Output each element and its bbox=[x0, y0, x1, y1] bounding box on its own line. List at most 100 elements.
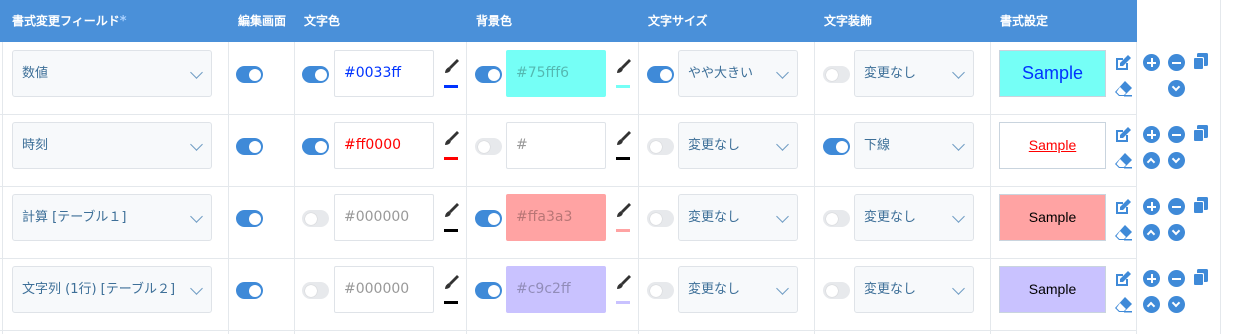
chevron-down-circle-icon[interactable] bbox=[1168, 296, 1185, 313]
bg-color-input[interactable]: # bbox=[506, 122, 606, 169]
field-select[interactable]: 時刻 bbox=[12, 122, 212, 169]
bg-color-toggle[interactable] bbox=[475, 282, 502, 299]
font-size-toggle[interactable] bbox=[647, 282, 674, 299]
font-size-toggle[interactable] bbox=[647, 66, 674, 83]
chevron-up-mark bbox=[1146, 157, 1156, 166]
text-color-toggle[interactable] bbox=[302, 210, 329, 227]
font-size-select[interactable]: やや大きい bbox=[678, 50, 798, 97]
field-select[interactable]: 文字列 (1行) [テーブル２] bbox=[12, 266, 212, 313]
edit-icon[interactable] bbox=[1114, 270, 1131, 287]
paintbrush-glyph bbox=[445, 203, 459, 217]
decoration-toggle[interactable] bbox=[823, 138, 850, 155]
decoration-toggle[interactable] bbox=[823, 210, 850, 227]
chevron-down-icon bbox=[776, 66, 789, 79]
chevron-down-icon bbox=[776, 138, 789, 151]
minus-circle-icon[interactable] bbox=[1168, 54, 1185, 71]
chevron-down-icon bbox=[952, 66, 965, 79]
field-select-value: 数値 bbox=[22, 66, 49, 81]
chevron-down-icon bbox=[190, 210, 203, 223]
decoration-toggle[interactable] bbox=[823, 66, 850, 83]
plus-circle-icon[interactable] bbox=[1143, 126, 1160, 143]
chevron-down-circle-icon[interactable] bbox=[1168, 80, 1185, 97]
field-select[interactable]: 計算 [テーブル１] bbox=[12, 194, 212, 241]
edit-icon[interactable] bbox=[1114, 198, 1131, 215]
copy-icon[interactable] bbox=[1192, 268, 1209, 286]
bg-color-toggle[interactable] bbox=[475, 210, 502, 227]
field-select[interactable]: 数値 bbox=[12, 50, 212, 97]
bg-color-input[interactable]: #75fff6 bbox=[506, 50, 606, 97]
font-size-select[interactable]: 変更なし bbox=[678, 122, 798, 169]
paintbrush-icon[interactable] bbox=[614, 58, 632, 88]
paintbrush-icon[interactable] bbox=[614, 274, 632, 304]
eraser-icon[interactable] bbox=[1114, 296, 1132, 313]
text-color-input[interactable]: #0033ff bbox=[334, 50, 434, 97]
text-color-input[interactable]: #ff0000 bbox=[334, 122, 434, 169]
decoration-select[interactable]: 下線 bbox=[854, 122, 974, 169]
decoration-select[interactable]: 変更なし bbox=[854, 266, 974, 313]
sample-text: Sample bbox=[1028, 209, 1077, 225]
format-sample: Sample bbox=[999, 266, 1106, 313]
format-sample: Sample bbox=[999, 50, 1106, 97]
font-size-value: 変更なし bbox=[688, 210, 741, 225]
copy-icon[interactable] bbox=[1192, 124, 1209, 142]
edit-screen-toggle[interactable] bbox=[236, 282, 263, 299]
font-size-value: 変更なし bbox=[688, 282, 741, 297]
bg-color-value: #ffa3a3 bbox=[516, 209, 573, 225]
paintbrush-icon[interactable] bbox=[442, 274, 460, 304]
text-color-toggle[interactable] bbox=[302, 282, 329, 299]
font-size-select[interactable]: 変更なし bbox=[678, 194, 798, 241]
plus-circle-icon[interactable] bbox=[1143, 270, 1160, 287]
eraser-icon[interactable] bbox=[1114, 80, 1132, 97]
minus-circle-icon[interactable] bbox=[1168, 126, 1185, 143]
text-color-toggle[interactable] bbox=[302, 66, 329, 83]
edit-icon[interactable] bbox=[1114, 54, 1131, 71]
edit-icon[interactable] bbox=[1114, 126, 1131, 143]
toggle-knob bbox=[825, 212, 838, 225]
font-size-toggle[interactable] bbox=[647, 210, 674, 227]
text-color-input[interactable]: #000000 bbox=[334, 194, 434, 241]
chevron-down-circle-icon[interactable] bbox=[1168, 224, 1185, 241]
chevron-up-circle-icon[interactable] bbox=[1143, 296, 1160, 313]
edit-screen-toggle[interactable] bbox=[236, 66, 263, 83]
eraser-icon[interactable] bbox=[1114, 152, 1132, 169]
plus-circle-icon[interactable] bbox=[1143, 198, 1160, 215]
text-color-input[interactable]: #000000 bbox=[334, 266, 434, 313]
text-color-toggle[interactable] bbox=[302, 138, 329, 155]
toggle-knob bbox=[487, 212, 500, 225]
sample-text: Sample bbox=[1028, 137, 1077, 153]
paintbrush-glyph bbox=[445, 131, 459, 145]
bg-color-input[interactable]: #ffa3a3 bbox=[506, 194, 606, 241]
toggle-knob bbox=[649, 212, 662, 225]
bg-color-input[interactable]: #c9c2ff bbox=[506, 266, 606, 313]
decoration-select[interactable]: 変更なし bbox=[854, 194, 974, 241]
grid-line bbox=[1220, 0, 1221, 334]
minus-circle-icon[interactable] bbox=[1168, 198, 1185, 215]
paintbrush-icon[interactable] bbox=[614, 202, 632, 232]
chevron-down-icon bbox=[190, 138, 203, 151]
chevron-up-circle-icon[interactable] bbox=[1143, 224, 1160, 241]
copy-glyph bbox=[1193, 197, 1208, 214]
plus-circle-icon[interactable] bbox=[1143, 54, 1160, 71]
paintbrush-icon[interactable] bbox=[442, 58, 460, 88]
paintbrush-icon[interactable] bbox=[442, 202, 460, 232]
eraser-icon[interactable] bbox=[1114, 224, 1132, 241]
minus-circle-icon[interactable] bbox=[1168, 270, 1185, 287]
decoration-value: 変更なし bbox=[864, 66, 917, 81]
toggle-knob bbox=[835, 140, 848, 153]
copy-icon[interactable] bbox=[1192, 196, 1209, 214]
decoration-toggle[interactable] bbox=[823, 282, 850, 299]
table-header: 書式変更フィールド* 編集画面 文字色 背景色 文字サイズ 文字装飾 書式設定 bbox=[0, 0, 1137, 42]
eraser-glyph bbox=[1115, 225, 1132, 241]
chevron-down-circle-icon[interactable] bbox=[1168, 152, 1185, 169]
edit-screen-toggle[interactable] bbox=[236, 210, 263, 227]
copy-icon[interactable] bbox=[1192, 52, 1209, 70]
paintbrush-icon[interactable] bbox=[442, 130, 460, 160]
edit-screen-toggle[interactable] bbox=[236, 138, 263, 155]
decoration-select[interactable]: 変更なし bbox=[854, 50, 974, 97]
font-size-toggle[interactable] bbox=[647, 138, 674, 155]
bg-color-toggle[interactable] bbox=[475, 138, 502, 155]
chevron-up-circle-icon[interactable] bbox=[1143, 152, 1160, 169]
bg-color-toggle[interactable] bbox=[475, 66, 502, 83]
font-size-select[interactable]: 変更なし bbox=[678, 266, 798, 313]
paintbrush-icon[interactable] bbox=[614, 130, 632, 160]
